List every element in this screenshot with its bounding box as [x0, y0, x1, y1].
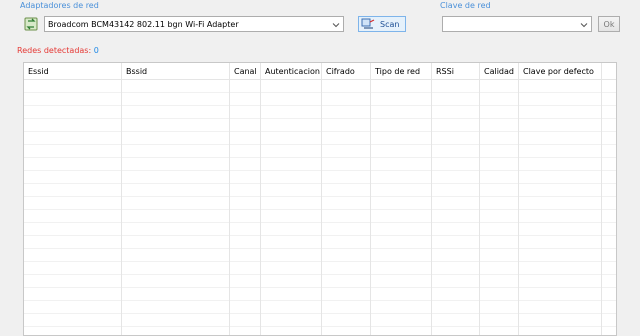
column-header-rssi[interactable]: RSSi	[436, 67, 454, 76]
detected-networks: Redes detectadas: 0	[17, 46, 99, 55]
column-clave-por-defecto	[519, 63, 602, 335]
network-key-select[interactable]	[442, 16, 592, 32]
networks-table[interactable]: Essid Bssid Canal Autenticacion Cifrado …	[23, 62, 617, 336]
column-header-calidad[interactable]: Calidad	[484, 67, 514, 76]
adapter-select-value: Broadcom BCM43142 802.11 bgn Wi-Fi Adapt…	[48, 19, 239, 29]
detected-networks-count: 0	[93, 46, 99, 55]
column-autenticacion	[261, 63, 322, 335]
column-calidad	[480, 63, 519, 335]
column-canal	[230, 63, 261, 335]
scan-network-icon	[361, 18, 375, 29]
network-adapter-icon	[24, 17, 38, 31]
column-header-canal[interactable]: Canal	[234, 67, 257, 76]
column-header-clave-por-defecto[interactable]: Clave por defecto	[523, 67, 594, 76]
adapters-label: Adaptadores de red	[20, 1, 99, 10]
ok-button[interactable]: Ok	[598, 16, 620, 32]
adapter-select[interactable]: Broadcom BCM43142 802.11 bgn Wi-Fi Adapt…	[44, 16, 344, 32]
column-header-tipo-de-red[interactable]: Tipo de red	[375, 67, 420, 76]
column-cifrado	[322, 63, 371, 335]
column-header-bssid[interactable]: Bssid	[126, 67, 147, 76]
column-rssi	[432, 63, 480, 335]
detected-networks-label: Redes detectadas:	[17, 46, 92, 55]
scan-button[interactable]: Scan	[358, 16, 406, 32]
scan-button-label: Scan	[380, 19, 400, 29]
column-bssid	[122, 63, 230, 335]
chevron-down-icon	[580, 23, 588, 28]
column-header-autenticacion[interactable]: Autenticacion	[265, 67, 320, 76]
network-key-label: Clave de red	[440, 1, 491, 10]
chevron-down-icon	[332, 23, 340, 28]
column-header-cifrado[interactable]: Cifrado	[326, 67, 355, 76]
column-tipo-de-red	[371, 63, 432, 335]
column-essid	[24, 63, 122, 335]
column-header-essid[interactable]: Essid	[28, 67, 49, 76]
